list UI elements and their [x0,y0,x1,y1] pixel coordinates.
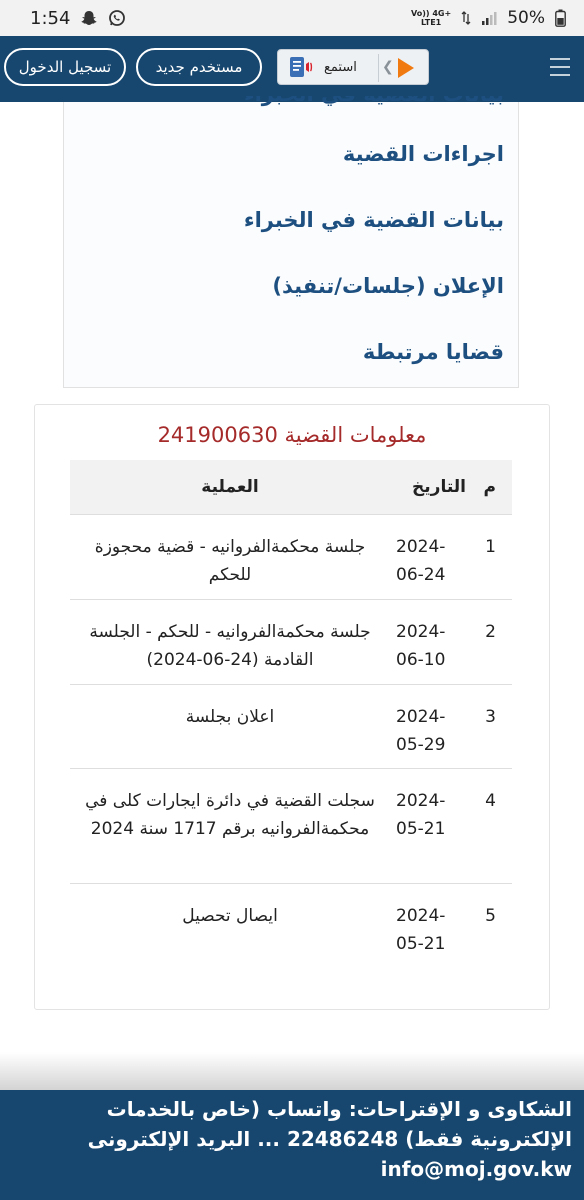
status-time: 1:54 [30,7,71,29]
table-row: 5 2024-05-21 ايصال تحصيل [70,883,512,967]
network-bottom: LTE1 [420,18,442,27]
table-header-row: م التاريخ العملية [70,460,512,515]
listen-divider [378,54,379,82]
hamburger-menu-icon[interactable] [550,58,570,76]
status-left: 1:54 [30,8,126,29]
signal-icon [481,10,497,26]
header-operation: العملية [70,460,386,515]
case-table: م التاريخ العملية 1 2024-06-24 جلسة محكم… [70,460,512,967]
status-right: Vo)) 4G+ LTE1 50% [411,8,566,28]
listen-widget[interactable]: استمع ❮ [277,49,429,85]
link-case-experts[interactable]: بيانات القضية في الخبراء [244,208,504,232]
battery-icon [555,9,566,27]
register-button[interactable]: مستخدم جديد [136,48,262,86]
data-arrows-icon [461,10,471,26]
contact-footer: الشكاوى و الإقتراحات: واتساب (خاص بالخدم… [0,1090,584,1200]
row-operation: ايصال تحصيل [182,905,278,926]
row-operation: جلسة محكمةالفروانيه - للحكم - الجلسة الق… [70,599,386,685]
network-indicator: Vo)) 4G+ LTE1 [411,9,451,27]
table-row: 3 2024-05-29 اعلان بجلسة [70,684,512,769]
link-announcements[interactable]: الإعلان (جلسات/تنفيذ) [272,274,504,298]
chevron-icon: ❮ [382,59,394,75]
row-date: 2024-06-10 [396,621,446,670]
row-number: 3 [472,684,512,769]
login-button[interactable]: تسجيل الدخول [4,48,126,86]
table-row: 1 2024-06-24 جلسة محكمةالفروانيه - قضية … [70,514,512,600]
case-title: معلومات القضية 241900630 [157,423,427,447]
site-header: تسجيل الدخول مستخدم جديد استمع ❮ [0,36,584,102]
whatsapp-icon [108,9,126,27]
status-bar: 1:54 Vo)) 4G+ LTE1 50% [0,0,584,36]
speaker-icon [288,54,314,80]
row-date: 2024-05-21 [396,790,446,839]
link-case-procedures[interactable]: اجراءات القضية [343,142,504,166]
table-row: 2 2024-06-10 جلسة محكمةالفروانيه - للحكم… [70,599,512,685]
header-number: م [472,460,512,515]
row-date: 2024-05-21 [396,905,446,954]
row-number: 4 [472,768,512,884]
cut-link-item[interactable]: بيانات القضية في الخبراء [84,96,504,110]
row-operation: سجلت القضية في دائرة ايجارات كلى في محكم… [70,768,386,884]
row-operation: جلسة محكمةالفروانيه - قضية محجوزة للحكم [70,514,386,600]
row-number: 2 [472,599,512,685]
row-operation: اعلان بجلسة [70,684,386,769]
row-number: 5 [485,905,496,926]
link-related-cases[interactable]: قضايا مرتبطة [363,340,504,364]
battery-percent: 50% [507,8,545,28]
row-date: 2024-05-29 [396,706,446,755]
snapchat-icon [80,9,98,27]
network-top: Vo)) 4G+ [411,9,452,18]
case-links-panel: بيانات القضية في الخبراء اجراءات القضية … [63,96,519,388]
footer-shadow [0,1052,584,1092]
header-date: التاريخ [386,460,472,515]
listen-label: استمع [324,59,357,75]
row-number: 1 [472,514,512,600]
cut-link-text: بيانات القضية في الخبراء [84,96,504,106]
row-date: 2024-06-24 [396,536,446,585]
play-icon[interactable] [398,58,414,78]
table-row: 4 2024-05-21 سجلت القضية في دائرة ايجارا… [70,768,512,884]
